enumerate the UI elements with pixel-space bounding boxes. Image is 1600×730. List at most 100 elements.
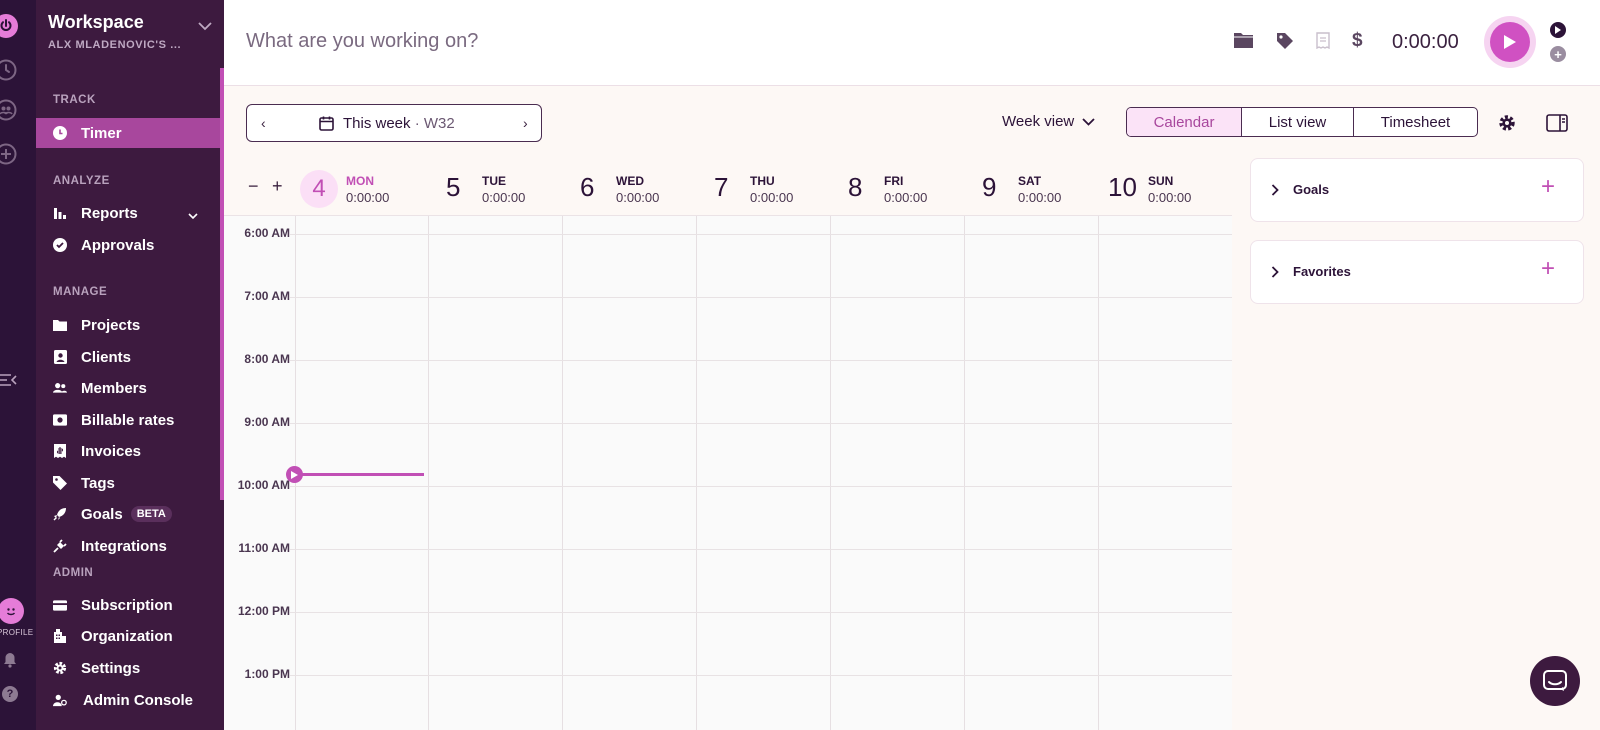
section-track: TRACK bbox=[53, 94, 96, 106]
view-mode-select[interactable]: Week view bbox=[1002, 113, 1095, 130]
day-name: SAT bbox=[1018, 174, 1042, 188]
section-manage: MANAGE bbox=[53, 286, 108, 298]
zoom-out-button[interactable]: − bbox=[248, 176, 259, 197]
favorites-panel[interactable]: Favorites + bbox=[1250, 240, 1584, 304]
chat-support-button[interactable] bbox=[1530, 656, 1580, 706]
sidebar-item-organization[interactable]: Organization bbox=[36, 621, 224, 651]
day-number: 5 bbox=[446, 172, 461, 202]
timer-bar: What are you working on? $ 0:00:00 + bbox=[224, 0, 1600, 86]
sidebar-item-members[interactable]: Members bbox=[36, 373, 224, 403]
sidebar-item-integrations[interactable]: Integrations bbox=[36, 531, 224, 561]
sidebar-item-clients[interactable]: Clients bbox=[36, 342, 224, 372]
chevron-right-icon[interactable] bbox=[1271, 265, 1279, 283]
sidebar-item-goals[interactable]: Goals BETA bbox=[36, 499, 224, 529]
check-circle-icon bbox=[53, 238, 67, 252]
current-time-play-icon[interactable] bbox=[286, 466, 303, 483]
hour-line bbox=[290, 423, 1232, 424]
sidebar-item-projects[interactable]: Projects bbox=[36, 310, 224, 340]
zoom-in-button[interactable]: + bbox=[272, 176, 283, 197]
clock-icon bbox=[53, 126, 67, 140]
day-number: 9 bbox=[982, 172, 997, 202]
start-timer-button[interactable] bbox=[1484, 16, 1536, 68]
section-analyze: ANALYZE bbox=[53, 175, 110, 187]
sidebar-item-label: Members bbox=[81, 379, 147, 397]
add-goal-button[interactable]: + bbox=[1541, 175, 1555, 199]
tab-timesheet[interactable]: Timesheet bbox=[1353, 108, 1477, 136]
folder-icon[interactable] bbox=[1234, 32, 1253, 53]
receipt-icon[interactable] bbox=[1316, 32, 1330, 54]
previous-week-icon[interactable]: ‹ bbox=[261, 115, 266, 131]
day-header-sun[interactable]: 10 SUN 0:00:00 bbox=[1108, 170, 1232, 206]
tab-calendar[interactable]: Calendar bbox=[1127, 108, 1241, 136]
hour-label: 9:00 AM bbox=[244, 415, 290, 429]
sidebar-item-settings[interactable]: Settings bbox=[36, 653, 224, 683]
day-name: TUE bbox=[482, 174, 506, 188]
collapse-sidebar-icon[interactable] bbox=[0, 372, 18, 393]
day-header-mon[interactable]: 4 MON 0:00:00 bbox=[294, 170, 424, 208]
plus-circle-icon[interactable] bbox=[0, 142, 18, 166]
sidebar-item-label: Invoices bbox=[81, 442, 142, 460]
hour-line bbox=[290, 297, 1232, 298]
invoice-icon bbox=[53, 444, 67, 458]
day-header-tue[interactable]: 5 TUE 0:00:00 bbox=[446, 170, 576, 206]
day-name: THU bbox=[750, 174, 775, 188]
goals-panel[interactable]: Goals + bbox=[1250, 158, 1584, 222]
sidebar-item-timer[interactable]: Timer bbox=[36, 118, 220, 148]
current-time-line bbox=[296, 473, 424, 476]
workspace-switcher[interactable]: Workspace ALX MLADENOVIC'S ... bbox=[48, 12, 181, 51]
manual-mode-plus-icon[interactable]: + bbox=[1550, 46, 1566, 62]
workspace-owner: ALX MLADENOVIC'S ... bbox=[48, 39, 182, 51]
sidebar-item-subscription[interactable]: Subscription bbox=[36, 590, 224, 620]
dollar-icon[interactable]: $ bbox=[1352, 30, 1363, 52]
goals-title: Goals bbox=[1293, 182, 1330, 197]
day-total: 0:00:00 bbox=[1018, 190, 1062, 205]
day-header-wed[interactable]: 6 WED 0:00:00 bbox=[580, 170, 710, 206]
sidebar-item-invoices[interactable]: Invoices bbox=[36, 436, 224, 466]
toggle-side-panel-icon[interactable] bbox=[1546, 114, 1568, 137]
hour-line bbox=[290, 360, 1232, 361]
chevron-down-icon[interactable] bbox=[198, 18, 212, 36]
people-icon[interactable] bbox=[0, 98, 18, 122]
clock-icon[interactable] bbox=[0, 58, 18, 82]
week-picker[interactable]: ‹ This week · W32 › bbox=[246, 104, 542, 142]
chat-icon bbox=[1543, 670, 1567, 691]
day-column-divider bbox=[562, 216, 563, 730]
day-header-fri[interactable]: 8 FRI 0:00:00 bbox=[848, 170, 978, 206]
week-number: W32 bbox=[423, 115, 455, 132]
calendar-grid: − + 4 MON 0:00:00 5 TUE 0:00:00 6 WED 0:… bbox=[224, 158, 1232, 730]
gear-icon[interactable] bbox=[1498, 114, 1516, 137]
day-total: 0:00:00 bbox=[346, 190, 390, 205]
plug-icon bbox=[53, 539, 67, 553]
bell-icon[interactable] bbox=[3, 652, 17, 673]
sidebar-item-admin-console[interactable]: Admin Console bbox=[36, 685, 224, 715]
day-total: 0:00:00 bbox=[1148, 190, 1192, 205]
day-column-divider bbox=[428, 216, 429, 730]
add-favorite-button[interactable]: + bbox=[1541, 257, 1555, 281]
sidebar-item-billable-rates[interactable]: Billable rates bbox=[36, 405, 224, 435]
sidebar-item-tags[interactable]: Tags bbox=[36, 468, 224, 498]
help-icon[interactable]: ? bbox=[2, 686, 18, 702]
sidebar-item-approvals[interactable]: Approvals bbox=[36, 230, 224, 260]
hour-line bbox=[290, 612, 1232, 613]
hour-label: 10:00 AM bbox=[237, 478, 290, 492]
building-icon bbox=[53, 629, 67, 643]
chevron-down-icon[interactable] bbox=[188, 207, 198, 224]
tag-icon[interactable] bbox=[1276, 32, 1294, 55]
calendar-icon bbox=[319, 116, 334, 136]
sidebar-item-label: Integrations bbox=[81, 537, 167, 555]
chevron-right-icon[interactable] bbox=[1271, 183, 1279, 201]
description-input[interactable]: What are you working on? bbox=[246, 30, 478, 53]
sidebar-item-label: Subscription bbox=[81, 596, 173, 614]
next-week-icon[interactable]: › bbox=[523, 115, 528, 131]
avatar[interactable] bbox=[0, 598, 24, 624]
day-header-thu[interactable]: 7 THU 0:00:00 bbox=[714, 170, 844, 206]
timer-mode-play-icon[interactable] bbox=[1550, 22, 1566, 38]
hour-label: 8:00 AM bbox=[244, 352, 290, 366]
day-total: 0:00:00 bbox=[482, 190, 526, 205]
power-icon[interactable] bbox=[0, 14, 18, 38]
tab-list-view[interactable]: List view bbox=[1241, 108, 1353, 136]
gear-icon bbox=[53, 661, 67, 675]
sidebar-item-label: Billable rates bbox=[81, 411, 175, 429]
day-header-sat[interactable]: 9 SAT 0:00:00 bbox=[982, 170, 1112, 206]
sidebar-item-reports[interactable]: Reports bbox=[36, 198, 224, 228]
